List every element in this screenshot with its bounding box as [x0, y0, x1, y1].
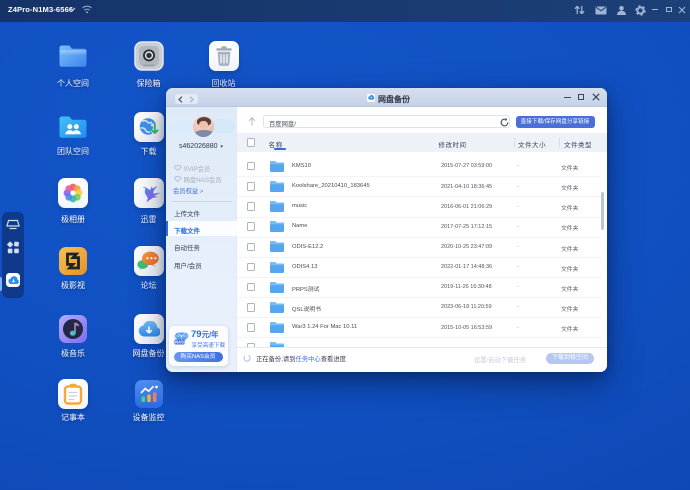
svg-text:NAS: NAS	[175, 340, 184, 345]
